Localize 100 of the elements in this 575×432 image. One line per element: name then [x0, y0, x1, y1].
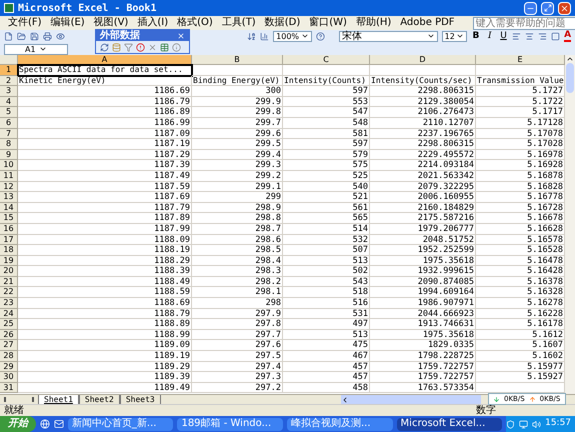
table-cell: 2079.322295: [370, 182, 476, 192]
column-header[interactable]: C: [283, 55, 370, 65]
row-header[interactable]: 16: [0, 224, 18, 234]
row-header[interactable]: 2: [0, 76, 18, 86]
row-header[interactable]: 8: [0, 139, 18, 150]
bold-button[interactable]: B: [471, 32, 481, 41]
menu-item[interactable]: 帮助(H): [356, 18, 392, 28]
menu-item[interactable]: 编辑(E): [50, 18, 85, 28]
row-header[interactable]: 7: [0, 128, 18, 140]
table-cell: 1189.19: [18, 351, 192, 362]
table-cell: Kinetic Energy(eV): [18, 76, 192, 86]
table-cell: 597: [283, 139, 370, 150]
row-header[interactable]: 29: [0, 362, 18, 372]
column-header[interactable]: D: [370, 55, 476, 65]
menu-item[interactable]: 格式(O): [177, 18, 213, 28]
underline-button[interactable]: U: [498, 32, 508, 41]
table-cell: 2214.093184: [370, 160, 476, 171]
row-header[interactable]: 22: [0, 287, 18, 298]
table-cell: 299.6: [192, 128, 283, 140]
table-cell: 297.5: [192, 351, 283, 362]
menu-item[interactable]: 窗口(W): [309, 18, 347, 28]
table-cell: 1952.252599: [370, 245, 476, 256]
zoom-dropdown[interactable]: 100%: [273, 31, 312, 42]
table-cell: 298: [192, 298, 283, 309]
table-cell: 1188.79: [18, 308, 192, 320]
table-cell: 2021.563342: [370, 170, 476, 182]
row-header[interactable]: 6: [0, 118, 18, 129]
table-cell: 1187.09: [18, 128, 192, 140]
row-header[interactable]: 27: [0, 340, 18, 352]
row-header[interactable]: 28: [0, 351, 18, 362]
window-title: Microsoft Excel - Book1: [18, 2, 158, 16]
table-cell: 507: [283, 245, 370, 256]
row-header[interactable]: 12: [0, 182, 18, 192]
sheet-tab[interactable]: Sheet2: [78, 395, 120, 404]
table-cell: 1188.59: [18, 287, 192, 298]
taskbar-button[interactable]: 新闻中心首页_新...: [68, 418, 174, 430]
table-cell: 1189.39: [18, 372, 192, 383]
row-header[interactable]: 30: [0, 372, 18, 383]
table-cell: 457: [283, 372, 370, 383]
sheet-tab[interactable]: Sheet1: [38, 395, 79, 404]
row-header[interactable]: 23: [0, 298, 18, 309]
row-header[interactable]: 3: [0, 86, 18, 97]
row-header[interactable]: 9: [0, 150, 18, 160]
size-dropdown[interactable]: 12: [442, 31, 468, 42]
row-header[interactable]: 26: [0, 330, 18, 340]
help-field[interactable]: 键入需要帮助的问题: [472, 16, 575, 30]
row-header[interactable]: 14: [0, 202, 18, 214]
row-header[interactable]: 21: [0, 276, 18, 288]
table-cell: 565: [283, 213, 370, 224]
name-box[interactable]: A1: [4, 44, 68, 54]
menu-item[interactable]: 工具(T): [222, 18, 256, 28]
taskbar-button[interactable]: Microsoft Excel...: [396, 418, 502, 430]
column-header[interactable]: E: [476, 55, 565, 65]
table-cell: 513: [283, 256, 370, 266]
table-cell: 299.3: [192, 160, 283, 171]
row-header[interactable]: 31: [0, 382, 18, 394]
row-header[interactable]: 13: [0, 192, 18, 203]
table-cell: 1759.722757: [370, 372, 476, 383]
italic-button[interactable]: I: [484, 32, 495, 41]
row-header[interactable]: 24: [0, 308, 18, 320]
table-cell: 1986.907971: [370, 298, 476, 309]
menu-item[interactable]: Adobe PDF: [400, 18, 455, 28]
table-cell: 1188.29: [18, 256, 192, 266]
table-cell: Intensity(Counts/sec): [370, 76, 476, 86]
start-button[interactable]: 开始: [0, 416, 36, 432]
status-mode: 数字: [476, 406, 496, 416]
row-header[interactable]: 1: [0, 65, 18, 76]
row-header[interactable]: 25: [0, 319, 18, 330]
menu-item[interactable]: 插入(I): [137, 18, 168, 28]
row-header[interactable]: 4: [0, 96, 18, 108]
table-cell: 540: [283, 182, 370, 192]
table-cell: 2237.196765: [370, 128, 476, 140]
column-header[interactable]: B: [192, 55, 283, 65]
table-cell: 1932.999615: [370, 266, 476, 277]
menu-item[interactable]: 视图(V): [94, 18, 128, 28]
sheet-tab[interactable]: Sheet3: [120, 395, 161, 404]
row-header[interactable]: 17: [0, 234, 18, 246]
taskbar-button[interactable]: 189邮箱 - Windo...: [177, 418, 283, 430]
table-cell: 1975.35618: [370, 330, 476, 340]
table-cell: 516: [283, 298, 370, 309]
font-dropdown[interactable]: 宋体: [339, 31, 438, 42]
menu-item[interactable]: 文件(F): [8, 18, 42, 28]
table-cell: 2229.495572: [370, 150, 476, 160]
table-cell: 581: [283, 128, 370, 140]
table-cell: 457: [283, 362, 370, 372]
row-header[interactable]: 11: [0, 170, 18, 182]
row-header[interactable]: 19: [0, 256, 18, 266]
taskbar-button[interactable]: 峰拟合视则及测...: [287, 418, 393, 430]
row-header[interactable]: 5: [0, 107, 18, 118]
table-cell: 299.5: [192, 139, 283, 150]
table-cell: 299.9: [192, 96, 283, 108]
menu-item[interactable]: 数据(D): [264, 18, 300, 28]
table-cell: 547: [283, 107, 370, 118]
row-header[interactable]: 15: [0, 213, 18, 224]
column-header[interactable]: A: [18, 55, 192, 65]
row-header[interactable]: 10: [0, 160, 18, 171]
row-header[interactable]: 20: [0, 266, 18, 277]
row-header[interactable]: 18: [0, 245, 18, 256]
table-cell: 1187.69: [18, 192, 192, 203]
table-cell: 1759.722757: [370, 362, 476, 372]
